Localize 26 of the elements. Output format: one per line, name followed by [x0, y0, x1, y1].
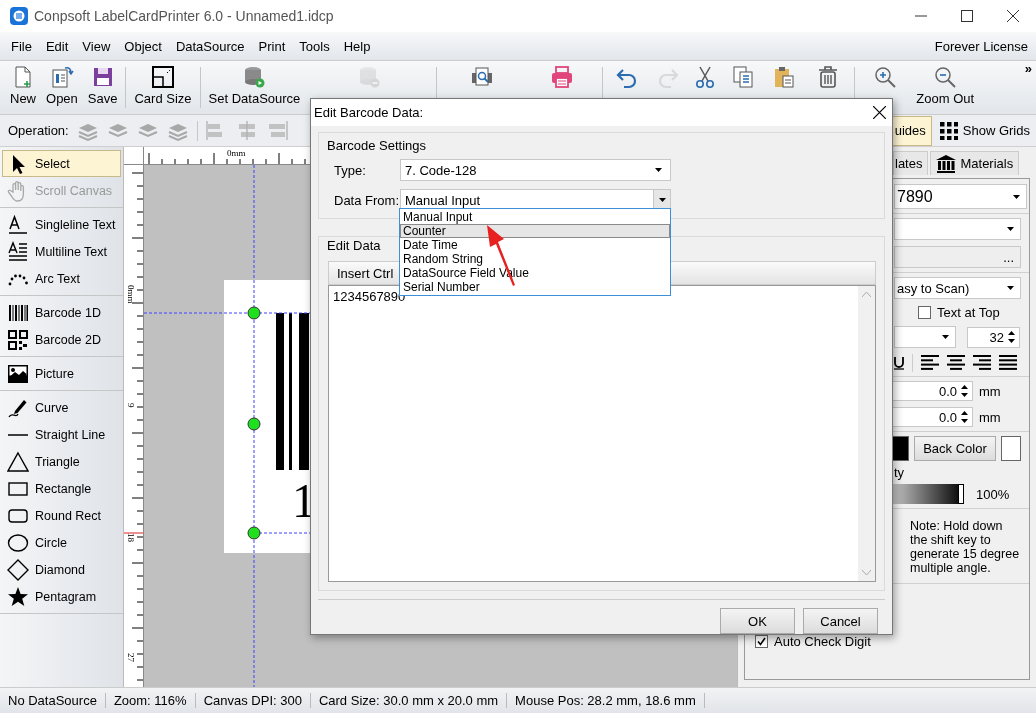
status-item: Canvas DPI: 300	[195, 693, 311, 708]
status-item: No DataSource	[0, 693, 106, 708]
note-text: Note: Hold down the shift key to generate 15 degree multiple angle.	[910, 519, 1021, 575]
opacity-value: 100%	[976, 486, 1010, 502]
status-item: Card Size: 30.0 mm x 20.0 mm	[310, 693, 508, 708]
checkbox-label: Auto Check Digit	[774, 634, 871, 649]
field-label: Data From:	[334, 192, 400, 208]
ruler-label: 27	[126, 653, 136, 662]
opacity-label: ty	[894, 465, 906, 480]
license-label: Forever License	[934, 38, 1029, 54]
dialog-title: Edit Barcode Data:	[314, 105, 424, 120]
field-label: Type:	[334, 162, 367, 178]
barcode-digit: 1	[292, 474, 316, 527]
window-title: Conpsoft LabelCardPrinter 6.0 - Unnamed1.idcp	[34, 8, 334, 24]
ruler-label: 0mm	[227, 148, 246, 158]
ruler-label: 0mm	[126, 285, 136, 304]
group-label: Barcode Settings	[326, 137, 427, 153]
status-item: Zoom: 116%	[105, 693, 196, 708]
operation-label: Operation:	[8, 123, 69, 138]
unit-label: mm	[979, 383, 1001, 399]
unit-label: mm	[979, 409, 1001, 425]
status-item: Mouse Pos: 28.2 mm, 18.6 mm	[507, 693, 705, 708]
group-label: Edit Data	[326, 237, 382, 253]
ruler-label: 18	[126, 533, 136, 542]
ruler-label: 9	[126, 403, 136, 408]
checkbox-label: Text at Top	[937, 305, 1000, 320]
